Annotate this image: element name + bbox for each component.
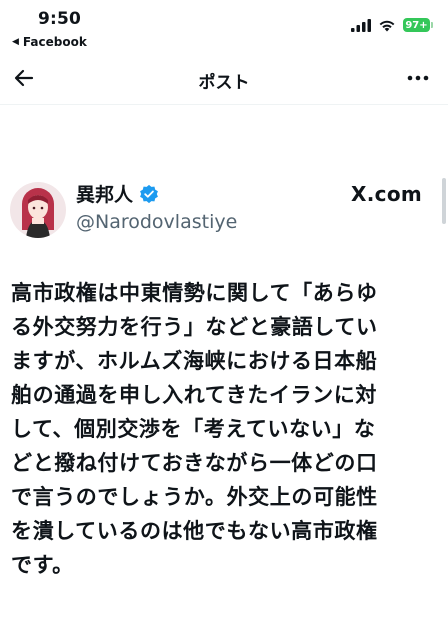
status-icons: 97+ [351,18,433,32]
signal-icon [351,18,371,32]
back-to-app-link[interactable]: ◀ Facebook [12,35,87,49]
battery-icon: 97+ [403,18,433,32]
scroll-indicator[interactable] [442,178,446,224]
status-bar: 9:50 ◀ Facebook 97+ [0,0,448,52]
post-text-line: です。 [11,553,74,577]
post-text: 高市政権は中東情勢に関して「あらゆ る外交努力を行う」などと豪語してい ますが、… [11,276,439,582]
display-name-row[interactable]: 異邦人 [76,180,159,207]
post-text-line: 舶の通過を申し入れてきたイランに対 [11,383,377,407]
wifi-icon [379,20,395,31]
source-site-label: X.com [351,182,422,206]
user-handle[interactable]: @Narodovlastiye [76,211,237,233]
avatar-image [10,182,66,238]
post-text-line: で言うのでしょうか。外交上の可能性 [11,485,378,509]
post-text-line: 高市政権は中東情勢に関して「あらゆ [11,281,378,305]
back-app-label: Facebook [22,35,87,49]
page-title: ポスト [198,73,250,93]
post-header: 異邦人 @Narodovlastiye X.com [0,176,448,248]
verified-badge-icon [140,184,158,203]
display-name: 異邦人 [76,184,134,206]
battery-level: 97+ [405,19,428,31]
post-text-line: を潰しているのは他でもない高市政権 [11,519,378,543]
nav-header: ポスト [0,56,448,105]
post-text-line: して、個別交渉を「考えていない」な [11,417,376,441]
post-text-line: ますが、ホルムズ海峡における日本船 [11,349,378,373]
post-text-line: どと撥ね付けておきながら一体どの口 [11,451,378,475]
status-time: 9:50 [38,9,82,29]
back-triangle-icon: ◀ [12,37,19,47]
avatar[interactable] [10,182,66,238]
post-text-line: る外交努力を行う」などと豪語してい [11,315,378,339]
more-icon[interactable] [406,68,430,88]
